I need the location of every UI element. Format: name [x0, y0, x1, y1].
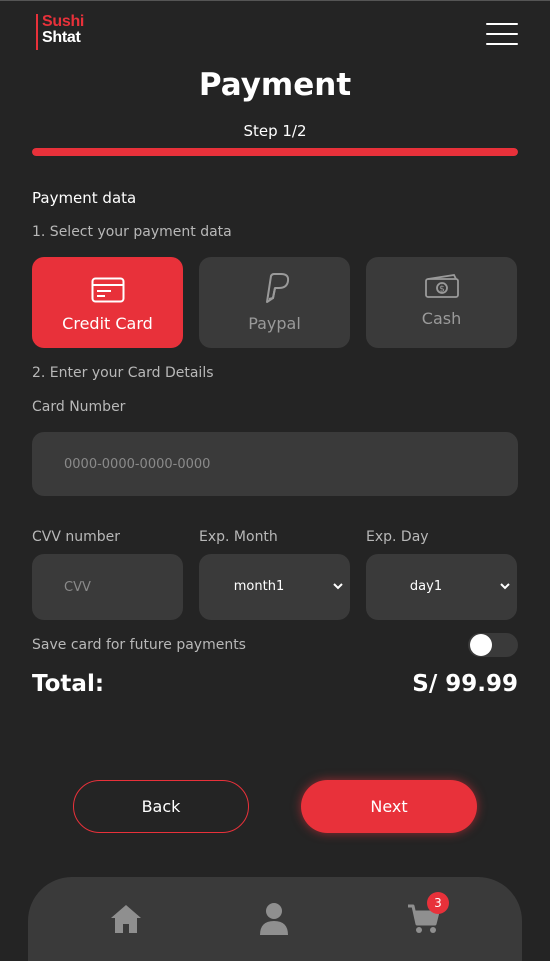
credit-card-icon: [32, 277, 183, 303]
payment-method-paypal[interactable]: Paypal: [199, 257, 350, 348]
card-details-label: 2. Enter your Card Details: [32, 365, 214, 381]
paypal-label: Paypal: [248, 314, 301, 333]
exp-month-label: Exp. Month: [199, 529, 278, 545]
svg-text:$: $: [439, 285, 445, 295]
select-payment-label: 1. Select your payment data: [32, 224, 232, 240]
payment-method-cash[interactable]: $ Cash: [366, 257, 517, 348]
cart-count-badge: 3: [427, 892, 449, 914]
hamburger-icon[interactable]: [486, 21, 518, 47]
cvv-label: CVV number: [32, 529, 121, 545]
total-value: S/ 99.99: [412, 671, 518, 697]
chevron-down-icon: [332, 580, 344, 596]
cash-icon: $: [366, 273, 517, 301]
payment-method-credit-card[interactable]: Credit Card: [32, 257, 183, 348]
exp-month-value: month1: [233, 579, 285, 594]
exp-month-select[interactable]: month1: [199, 554, 350, 620]
cvv-input[interactable]: [32, 554, 183, 620]
cash-label: Cash: [421, 309, 462, 328]
total-label: Total:: [32, 671, 105, 697]
paypal-icon: [199, 271, 350, 305]
user-icon[interactable]: [254, 899, 294, 939]
back-button[interactable]: Back: [73, 780, 249, 833]
card-number-label: Card Number: [32, 399, 126, 415]
home-icon[interactable]: [106, 899, 146, 939]
payment-data-title: Payment data: [32, 189, 137, 207]
save-card-label: Save card for future payments: [32, 637, 246, 653]
page-title: Payment: [198, 67, 352, 103]
step-indicator: Step 1/2: [243, 122, 307, 140]
sushi-shtat-logo[interactable]: Sushi Shtat: [36, 14, 96, 50]
card-number-input[interactable]: [32, 432, 518, 496]
bottom-nav: 3: [28, 877, 522, 961]
save-card-toggle[interactable]: [468, 633, 518, 657]
logo-line1: Sushi: [42, 13, 85, 30]
logo-line2: Shtat: [42, 29, 81, 46]
exp-day-value: day1: [409, 579, 443, 594]
next-button[interactable]: Next: [301, 780, 477, 833]
app-header: Sushi Shtat: [0, 1, 550, 63]
exp-day-label: Exp. Day: [366, 529, 429, 545]
credit-card-label: Credit Card: [62, 314, 153, 333]
exp-day-select[interactable]: day1: [366, 554, 517, 620]
toggle-knob: [470, 634, 492, 656]
progress-fill: [32, 148, 518, 156]
progress-bar: [32, 148, 518, 156]
chevron-down-icon: [499, 580, 511, 596]
